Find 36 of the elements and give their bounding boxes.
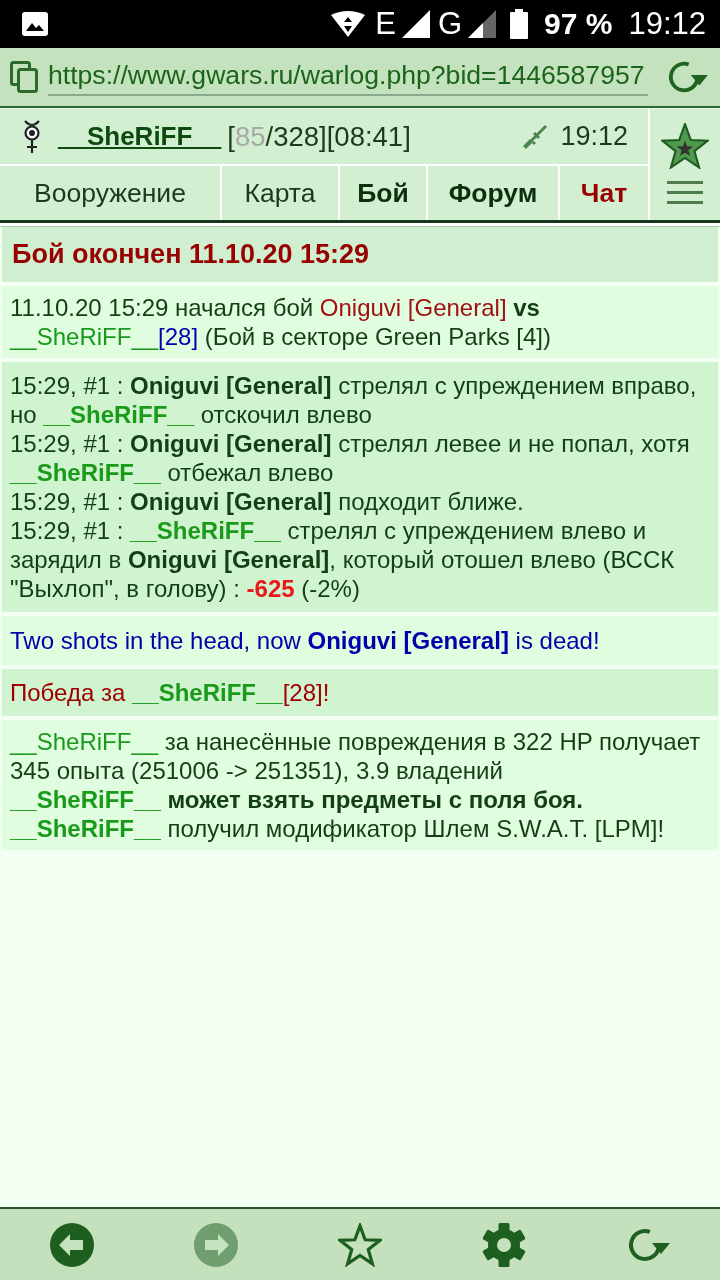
network-type: E — [375, 6, 396, 42]
battle-start-text: 11.10.20 15:29 начался бой Oniguvi [General] vs __SheRiFF__[28] (Бой в секторе Green Parks [4]) — [10, 293, 552, 351]
player-name-link[interactable]: __SheRiFF__ — [58, 121, 222, 152]
battle-title: Бой окончен 11.10.20 15:29 — [2, 227, 718, 282]
nav-tab[interactable]: Карта — [220, 166, 338, 220]
back-button[interactable] — [49, 1221, 95, 1268]
nav-tab[interactable]: Бой — [338, 166, 426, 220]
victory-text: Победа за __SheRiFF__[28]! — [10, 678, 331, 707]
battery-icon — [510, 9, 529, 39]
nav-tab[interactable]: Вооружение — [0, 166, 220, 220]
player-stats: [85/328][08:41] — [227, 120, 411, 153]
settings-button[interactable] — [481, 1221, 527, 1268]
rifle-icon — [522, 123, 549, 150]
result-text: __SheRiFF__ может взять предметы с поля боя. — [10, 785, 584, 814]
network-type: G — [437, 6, 463, 42]
gender-icon — [22, 119, 42, 154]
result-text: __SheRiFF__ получил модификатор Шлем S.W.A.T. [LPM]! — [10, 814, 666, 843]
star-icon[interactable] — [661, 123, 709, 169]
star-icon — [338, 1222, 382, 1267]
copy-icon[interactable] — [10, 61, 38, 93]
log-entry: 15:29, #1 : Oniguvi [General] подходит ближе. — [10, 487, 525, 516]
clock: 19:12 — [628, 6, 706, 42]
wifi-icon — [331, 11, 366, 37]
server-time: 19:12 — [560, 121, 628, 152]
signal-icon — [401, 10, 430, 38]
log-entry: 15:29, #1 : __SheRiFF__ стрелял с упреждением влево и зарядил в Oniguvi [General], который отошел влево (ВССК "Выхлоп", в голову) : -625 (-2%) — [10, 516, 676, 603]
nav-tab[interactable]: Чат — [558, 166, 648, 220]
bookmark-button[interactable] — [337, 1221, 383, 1268]
signal-icon — [468, 10, 497, 38]
nav-tab[interactable]: Форум — [426, 166, 558, 220]
log-message: Two shots in the head, now Oniguvi [General] is dead! — [10, 626, 601, 655]
battery-percent: 97 % — [544, 6, 613, 42]
image-icon — [22, 12, 48, 36]
menu-icon[interactable] — [667, 181, 703, 205]
url-field[interactable]: https://www.gwars.ru/warlog.php?bid=1446587957 — [48, 58, 648, 96]
settings-icon — [482, 1222, 526, 1267]
